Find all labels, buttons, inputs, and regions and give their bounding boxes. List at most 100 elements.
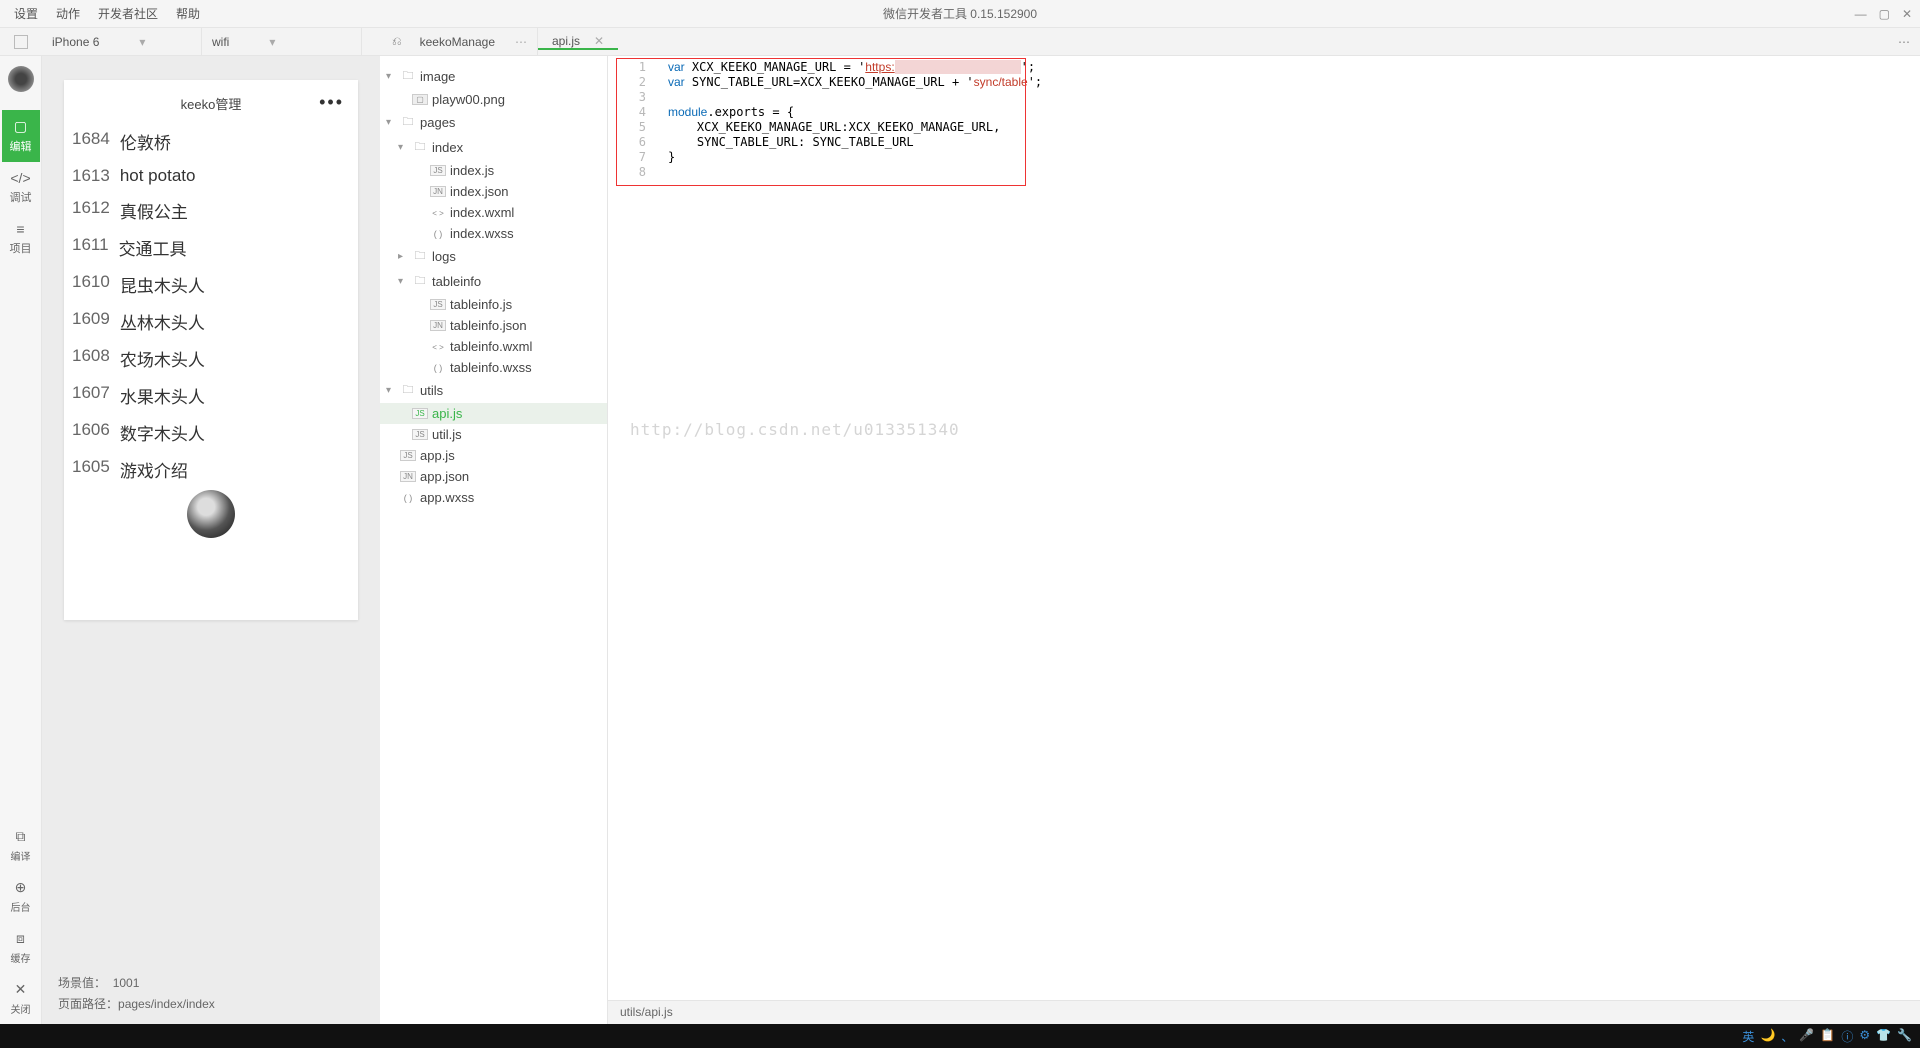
cache-icon: ⧈ — [16, 930, 25, 947]
sidebar-close[interactable]: ✕关闭 — [2, 973, 40, 1024]
wxss-icon — [430, 362, 446, 374]
app-list[interactable]: 1684伦敦桥1613hot potato1612真假公主1611交通工具161… — [64, 123, 358, 488]
menu-actions[interactable]: 动作 — [56, 5, 80, 22]
menu-settings[interactable]: 设置 — [14, 5, 38, 22]
tray-icon[interactable]: ⓘ — [1841, 1028, 1853, 1045]
sidebar-compile[interactable]: ⧉编译 — [2, 820, 40, 871]
chevron-down-icon: ▾ — [269, 35, 275, 49]
folder-icon — [412, 272, 428, 291]
window-maximize-icon[interactable]: ▢ — [1879, 7, 1890, 21]
file-tree[interactable]: ▾image▢playw00.png▾pages▾indexJSindex.js… — [380, 56, 608, 1024]
compile-icon: ⧉ — [16, 828, 26, 845]
list-item[interactable]: 1610昆虫木头人 — [72, 266, 350, 303]
device-select[interactable]: iPhone 6▾ — [42, 28, 202, 55]
list-item[interactable]: 1605游戏介绍 — [72, 451, 350, 488]
sidebar-project[interactable]: ≡项目 — [2, 213, 40, 264]
wxml-icon — [430, 341, 446, 353]
editor-more-icon[interactable]: ⋯ — [1898, 35, 1910, 49]
code-editor[interactable]: 12345678 var XCX_KEEKO_MANAGE_URL = 'htt… — [608, 56, 1920, 1024]
js-icon: JS — [430, 165, 446, 176]
tree-node-tableinfo-json[interactable]: JNtableinfo.json — [380, 315, 607, 336]
tree-node-index-wxss[interactable]: index.wxss — [380, 223, 607, 244]
tray-icon[interactable]: 📋 — [1820, 1028, 1835, 1045]
folder-icon — [400, 113, 416, 132]
tray-icon[interactable]: 👕 — [1876, 1028, 1891, 1045]
tray-icon[interactable]: ⚙ — [1859, 1028, 1870, 1045]
tree-node-pages[interactable]: ▾pages — [380, 110, 607, 135]
tree-node-api-js[interactable]: JSapi.js — [380, 403, 607, 424]
tree-node-index-wxml[interactable]: index.wxml — [380, 202, 607, 223]
more-icon[interactable]: ⋯ — [515, 35, 527, 49]
tray-icon[interactable]: 🔧 — [1897, 1028, 1912, 1045]
code-icon: </> — [10, 170, 30, 186]
sidebar-edit[interactable]: ▢编辑 — [2, 110, 40, 162]
tree-node-util-js[interactable]: JSutil.js — [380, 424, 607, 445]
code-area[interactable]: var XCX_KEEKO_MANAGE_URL = 'https:xxxxxx… — [652, 56, 1058, 169]
editor-statusbar: utils/api.js — [608, 1000, 1920, 1024]
sidebar-cache[interactable]: ⧈缓存 — [2, 922, 40, 973]
js-icon: JS — [412, 429, 428, 440]
system-tray[interactable]: 英 🌙 、 🎤 📋 ⓘ ⚙ 👕 🔧 — [1742, 1028, 1912, 1045]
tree-node-app-json[interactable]: JNapp.json — [380, 466, 607, 487]
tray-icon[interactable]: 英 — [1742, 1028, 1754, 1045]
list-item[interactable]: 1607水果木头人 — [72, 377, 350, 414]
loading-spinner — [187, 490, 235, 538]
edit-icon: ▢ — [14, 118, 27, 135]
window-close-icon[interactable]: ✕ — [1902, 7, 1912, 21]
editor-tab-api-js[interactable]: api.js ✕ — [538, 34, 618, 50]
simulator-panel: keeko管理••• 1684伦敦桥1613hot potato1612真假公主… — [42, 56, 380, 1024]
tree-node-app-js[interactable]: JSapp.js — [380, 445, 607, 466]
toolbar: iPhone 6▾ wifi▾ ⎌ keekoManage ⋯ api.js ✕… — [0, 28, 1920, 56]
tree-node-utils[interactable]: ▾utils — [380, 378, 607, 403]
windows-taskbar — [0, 1024, 1920, 1048]
tree-node-tableinfo-wxml[interactable]: tableinfo.wxml — [380, 336, 607, 357]
top-menus: 设置 动作 开发者社区 帮助 — [0, 5, 200, 22]
folder-icon — [412, 138, 428, 157]
window-minimize-icon[interactable]: — — [1855, 7, 1867, 21]
sidebar-debug[interactable]: </>调试 — [2, 162, 40, 213]
tray-icon[interactable]: 🌙 — [1760, 1028, 1775, 1045]
json-icon: JN — [400, 471, 416, 482]
simulator-screen[interactable]: keeko管理••• 1684伦敦桥1613hot potato1612真假公主… — [64, 80, 358, 620]
tree-node-tableinfo-wxss[interactable]: tableinfo.wxss — [380, 357, 607, 378]
list-item[interactable]: 1611交通工具 — [72, 229, 350, 266]
list-item[interactable]: 1606数字木头人 — [72, 414, 350, 451]
folder-icon — [400, 381, 416, 400]
tree-node-playw00-png[interactable]: ▢playw00.png — [380, 89, 607, 110]
wxml-icon — [430, 207, 446, 219]
app-title: keeko管理••• — [64, 80, 358, 123]
js-icon: JS — [412, 408, 428, 419]
sidebar-background[interactable]: ⊕后台 — [2, 871, 40, 922]
tree-node-image[interactable]: ▾image — [380, 64, 607, 89]
top-menubar: 设置 动作 开发者社区 帮助 微信开发者工具 0.15.152900 — ▢ ✕ — [0, 0, 1920, 28]
window-title: 微信开发者工具 0.15.152900 — [883, 5, 1037, 22]
wxss-icon — [430, 228, 446, 240]
tree-node-index-json[interactable]: JNindex.json — [380, 181, 607, 202]
tree-node-index-js[interactable]: JSindex.js — [380, 160, 607, 181]
list-item[interactable]: 1612真假公主 — [72, 192, 350, 229]
menu-help[interactable]: 帮助 — [176, 5, 200, 22]
list-item[interactable]: 1684伦敦桥 — [72, 123, 350, 160]
project-name[interactable]: keekoManage — [410, 35, 505, 49]
chevron-down-icon: ▾ — [139, 35, 145, 49]
tree-node-tableinfo[interactable]: ▾tableinfo — [380, 269, 607, 294]
list-item[interactable]: 1608农场木头人 — [72, 340, 350, 377]
menu-dev-community[interactable]: 开发者社区 — [98, 5, 158, 22]
list-icon: ≡ — [16, 221, 24, 237]
tree-node-tableinfo-js[interactable]: JStableinfo.js — [380, 294, 607, 315]
user-avatar[interactable] — [8, 66, 34, 92]
tree-node-logs[interactable]: ▸logs — [380, 244, 607, 269]
list-item[interactable]: 1609丛林木头人 — [72, 303, 350, 340]
orientation-icon[interactable] — [14, 35, 28, 49]
folder-icon — [412, 247, 428, 266]
tree-icon[interactable]: ⎌ — [392, 34, 402, 49]
close-tab-icon[interactable]: ✕ — [594, 34, 604, 48]
app-menu-icon[interactable]: ••• — [319, 92, 344, 113]
tree-node-app-wxss[interactable]: app.wxss — [380, 487, 607, 508]
network-select[interactable]: wifi▾ — [202, 28, 362, 55]
tree-node-index[interactable]: ▾index — [380, 135, 607, 160]
tray-icon[interactable]: 🎤 — [1799, 1028, 1814, 1045]
background-icon: ⊕ — [15, 879, 27, 896]
list-item[interactable]: 1613hot potato — [72, 160, 350, 192]
tray-icon[interactable]: 、 — [1781, 1028, 1793, 1045]
